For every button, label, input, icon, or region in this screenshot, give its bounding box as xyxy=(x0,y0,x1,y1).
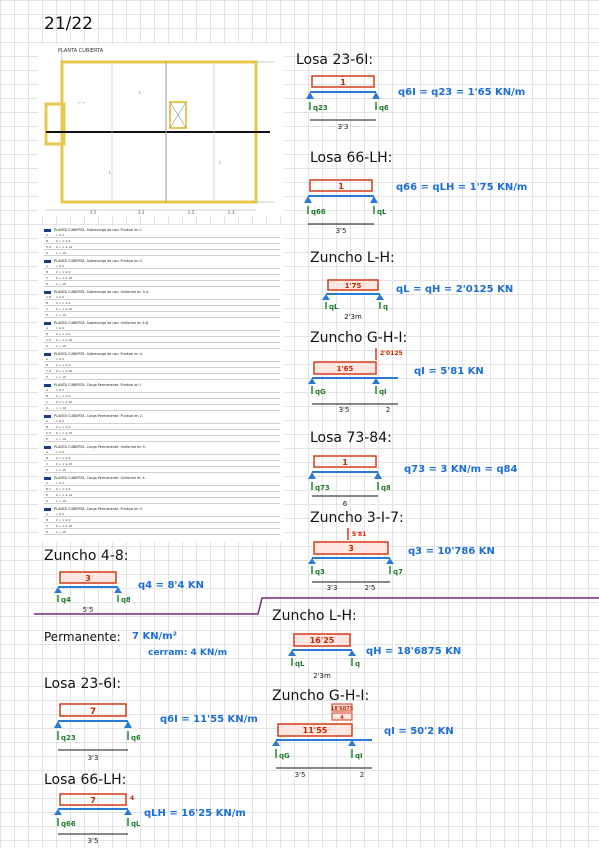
svg-text:3'3: 3'3 xyxy=(327,584,338,592)
beam-losa-73-84: 1 q73 q84 6 xyxy=(308,455,390,508)
losa-66-lh-title: Losa 66-LH: xyxy=(310,150,393,166)
svg-text:3'5: 3'5 xyxy=(88,837,99,845)
zuncho-lh-equation: qL = qH = 2'0125 KN xyxy=(396,284,514,295)
svg-text:3'5: 3'5 xyxy=(295,771,306,779)
zuncho-3-17-title: Zuncho 3-I-7: xyxy=(310,510,404,526)
svg-text:16'25: 16'25 xyxy=(310,636,335,645)
svg-text:1: 1 xyxy=(342,458,348,467)
svg-text:q23: q23 xyxy=(313,104,328,112)
svg-text:3'3: 3'3 xyxy=(88,754,99,762)
svg-text:q6I: q6I xyxy=(131,734,140,742)
svg-text:2'5: 2'5 xyxy=(365,584,376,592)
bottom-zuncho-lh-equation: qH = 18'6875 KN xyxy=(366,646,462,657)
svg-text:5'5: 5'5 xyxy=(83,606,94,614)
svg-text:q4: q4 xyxy=(61,596,71,604)
beam-bottom-zuncho-lh: 16'25 qL qH 2'3m xyxy=(288,633,360,680)
svg-text:1'65: 1'65 xyxy=(337,365,354,373)
beam-zuncho-3-17: 5'81 3 q3 q7 3'3 2'5 xyxy=(308,528,403,592)
svg-text:2: 2 xyxy=(386,406,390,414)
zuncho-4-8-title: Zuncho 4-8: xyxy=(44,548,129,564)
svg-text:qI: qI xyxy=(355,752,363,760)
beam-zuncho-gh1: 2'0125 1'65 qG qI 3'5 2 xyxy=(308,348,403,414)
permanente-value: 7 KN/m² xyxy=(132,631,178,642)
beam-bottom-zuncho-gh1: 18'6875 4 11'55 qG qI 3'5 2 xyxy=(272,703,372,779)
svg-text:q6I: q6I xyxy=(379,104,388,112)
bottom-zuncho-lh-title: Zuncho L-H: xyxy=(272,608,357,624)
svg-text:2'3m: 2'3m xyxy=(313,672,331,680)
svg-text:q23: q23 xyxy=(61,734,76,742)
bottom-losa-23-61-equation: q6I = 11'55 KN/m xyxy=(160,714,258,725)
svg-text:7: 7 xyxy=(90,796,96,805)
bottom-losa-66-lh-equation: qLH = 16'25 KN/m xyxy=(144,808,246,819)
svg-text:qLH: qLH xyxy=(377,208,386,216)
beam-zuncho-4-8: 3 q4 q8 5'5 xyxy=(54,571,130,614)
zuncho-lh-title: Zuncho L-H: xyxy=(310,250,395,266)
svg-text:q7: q7 xyxy=(393,568,403,576)
svg-text:4: 4 xyxy=(130,795,134,802)
svg-text:2: 2 xyxy=(360,771,364,779)
svg-text:qLH: qLH xyxy=(131,820,140,828)
zuncho-gh1-equation: qI = 5'81 KN xyxy=(414,366,484,377)
svg-text:q8: q8 xyxy=(121,596,130,604)
beam-bottom-losa-66-lh: 7 4 q66 qLH 3'5 xyxy=(54,793,140,845)
beam-losa-23-61: 1 q23 q6I 3'3 xyxy=(306,75,388,131)
losa-73-84-equation: q73 = 3 KN/m = q84 xyxy=(404,464,518,475)
svg-text:18'6875: 18'6875 xyxy=(331,706,354,712)
svg-text:q66: q66 xyxy=(61,820,76,828)
bottom-losa-23-61-title: Losa 23-6I: xyxy=(44,676,122,692)
zuncho-3-17-equation: q3 = 10'786 KN xyxy=(408,546,495,557)
svg-text:3: 3 xyxy=(348,544,354,553)
svg-text:4: 4 xyxy=(340,715,344,721)
zuncho-4-8-equation: q4 = 8'4 KN xyxy=(138,580,205,591)
losa-23-61-title: Losa 23-6I: xyxy=(296,52,374,68)
svg-text:6: 6 xyxy=(343,500,348,508)
svg-text:1: 1 xyxy=(338,182,344,191)
permanente-label: Permanente: xyxy=(44,630,121,644)
svg-text:2'0125: 2'0125 xyxy=(380,350,403,357)
svg-text:qH: qH xyxy=(355,660,360,668)
bottom-losa-66-lh-title: Losa 66-LH: xyxy=(44,772,127,788)
svg-text:qG: qG xyxy=(279,752,290,760)
svg-text:qL: qL xyxy=(295,660,305,668)
svg-text:q66: q66 xyxy=(311,208,326,216)
svg-text:1'75: 1'75 xyxy=(345,282,362,290)
svg-text:q73: q73 xyxy=(315,484,330,492)
svg-text:7: 7 xyxy=(90,707,96,717)
svg-text:qH: qH xyxy=(383,303,388,311)
beam-zuncho-lh: 1'75 qL qH 2'3m xyxy=(322,279,388,321)
losa-23-61-equation: q6I = q23 = 1'65 KN/m xyxy=(398,87,526,98)
svg-text:q3: q3 xyxy=(315,568,325,576)
load-value: 1 xyxy=(340,78,346,87)
svg-text:3'5: 3'5 xyxy=(336,227,347,235)
beam-losa-66-lh: 1 q66 qLH 3'5 xyxy=(304,179,386,235)
svg-text:3: 3 xyxy=(85,574,91,583)
svg-text:qI: qI xyxy=(379,388,387,396)
losa-66-lh-equation: q66 = qLH = 1'75 KN/m xyxy=(396,182,528,193)
notebook-page: 21/22 PLANTA CUBIERTA 3.5 3.3 2.5 2.3 ←→… xyxy=(0,0,599,848)
bottom-zuncho-gh1-equation: qI = 50'2 KN xyxy=(384,726,454,737)
cerram-value: cerram: 4 KN/m xyxy=(148,648,228,658)
svg-text:11'55: 11'55 xyxy=(303,726,328,735)
svg-text:3'5: 3'5 xyxy=(339,406,350,414)
zuncho-gh1-title: Zuncho G-H-I: xyxy=(310,330,408,346)
svg-text:qL: qL xyxy=(329,303,339,311)
beam-bottom-losa-23-61: 7 q23 q6I 3'3 xyxy=(54,703,140,762)
svg-text:q84: q84 xyxy=(381,484,390,492)
svg-text:3'3: 3'3 xyxy=(338,123,349,131)
svg-text:2'3m: 2'3m xyxy=(344,313,362,321)
svg-text:5'81: 5'81 xyxy=(352,531,366,538)
losa-73-84-title: Losa 73-84: xyxy=(310,430,392,446)
svg-text:qG: qG xyxy=(315,388,326,396)
